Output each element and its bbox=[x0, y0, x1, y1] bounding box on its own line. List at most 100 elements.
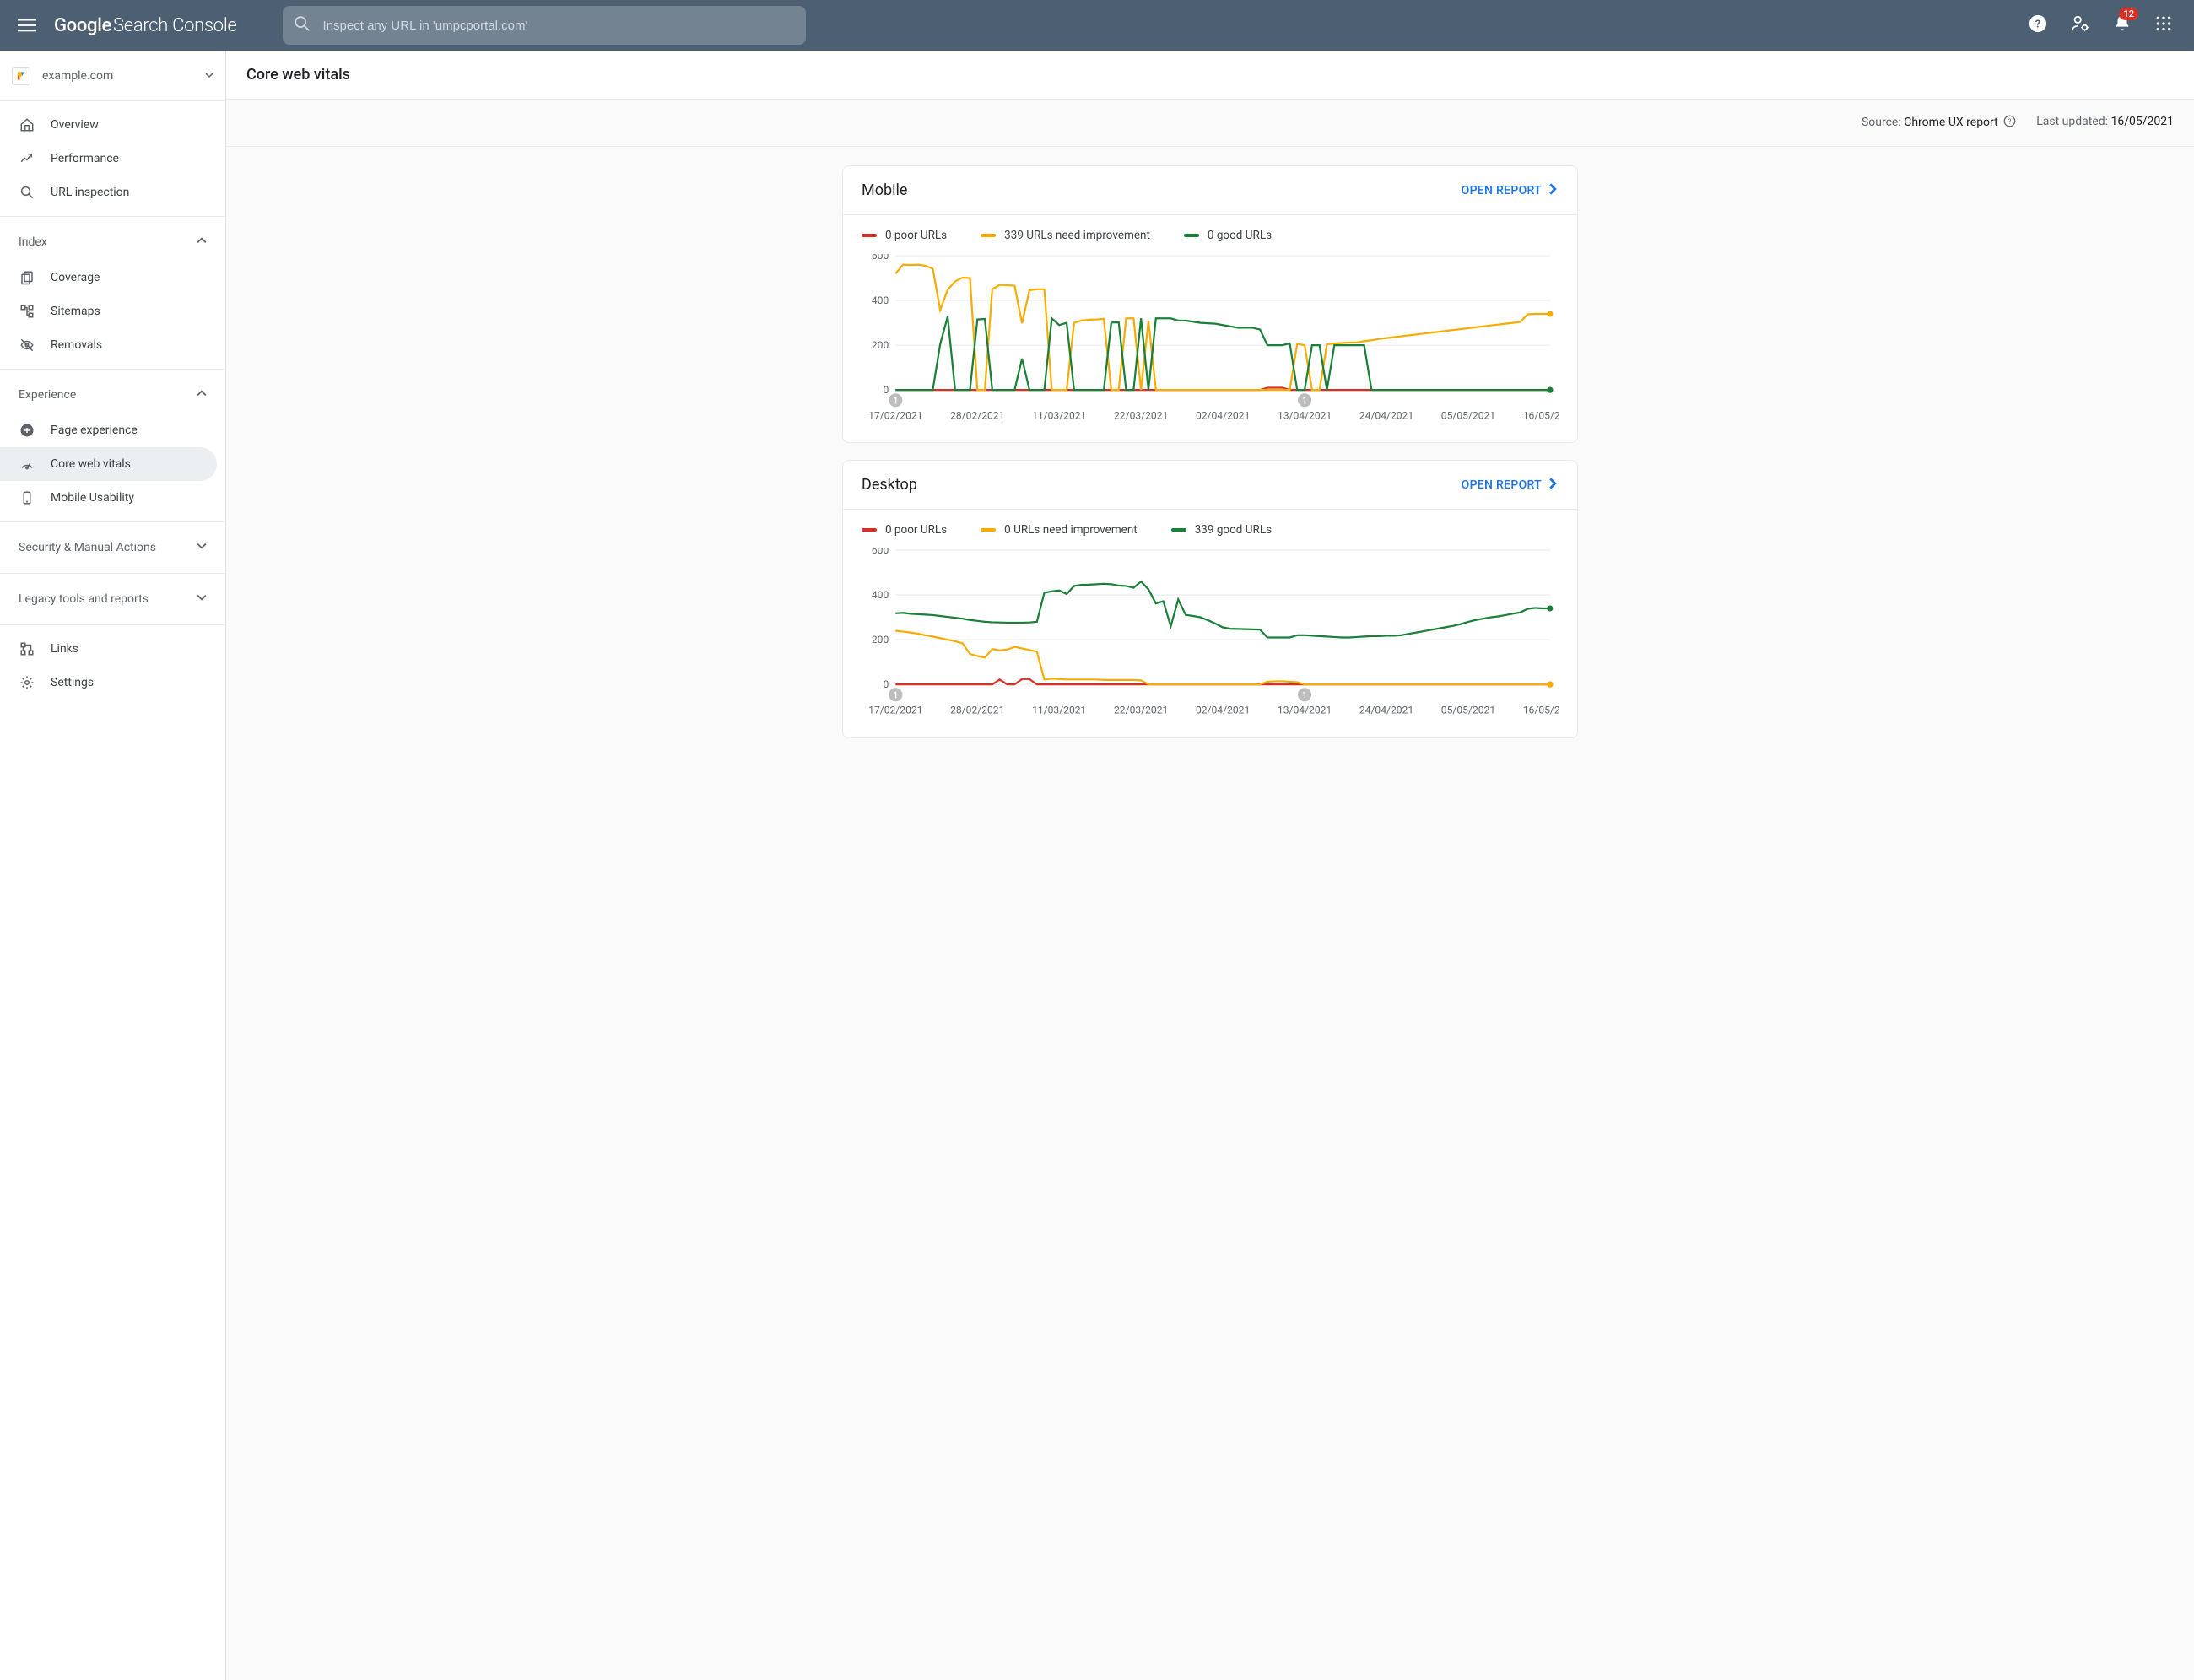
chart-area: 020040060017/02/202128/02/202111/03/2021… bbox=[843, 537, 1577, 737]
legend-label: 0 poor URLs bbox=[885, 523, 947, 537]
section-legacy[interactable]: Legacy tools and reports bbox=[0, 581, 225, 618]
source-block: Source: Chrome UX report ? bbox=[1862, 115, 2016, 131]
nav-item-performance[interactable]: Performance bbox=[0, 142, 225, 176]
nav-item-core-web-vitals[interactable]: Core web vitals bbox=[0, 447, 217, 481]
nav-item-coverage[interactable]: Coverage bbox=[0, 261, 225, 294]
source-value: Chrome UX report bbox=[1904, 116, 1997, 129]
notif-badge: 12 bbox=[2119, 8, 2138, 20]
legend-item: 339 URLs need improvement bbox=[981, 229, 1150, 242]
nav-label: Sitemaps bbox=[51, 305, 100, 318]
nav-label: Core web vitals bbox=[51, 457, 131, 471]
legend-item: 0 URLs need improvement bbox=[981, 523, 1138, 537]
svg-text:17/02/2021: 17/02/2021 bbox=[868, 705, 922, 716]
nav-label: Coverage bbox=[51, 271, 100, 284]
info-icon[interactable]: ? bbox=[2003, 115, 2016, 131]
svg-text:400: 400 bbox=[872, 590, 889, 602]
svg-text:400: 400 bbox=[872, 294, 889, 306]
nav-label: Links bbox=[51, 642, 78, 656]
url-inspect-input[interactable] bbox=[323, 6, 796, 45]
legend-swatch bbox=[1184, 234, 1199, 237]
nav-item-mobile-usability[interactable]: Mobile Usability bbox=[0, 481, 225, 515]
updated-label: Last updated: bbox=[2036, 115, 2108, 128]
apps-icon[interactable] bbox=[2155, 15, 2172, 35]
card-desktop: Desktop OPEN REPORT 0 poor URLs 0 URLs n… bbox=[842, 460, 1578, 737]
svg-text:05/05/2021: 05/05/2021 bbox=[1441, 409, 1495, 421]
card-title: Desktop bbox=[862, 476, 917, 494]
app-logo: Google Search Console bbox=[47, 15, 244, 36]
svg-text:28/02/2021: 28/02/2021 bbox=[950, 409, 1004, 421]
svg-text:?: ? bbox=[2008, 117, 2012, 126]
section-index[interactable]: Index bbox=[0, 224, 225, 261]
svg-text:17/02/2021: 17/02/2021 bbox=[868, 409, 922, 421]
legend-label: 0 good URLs bbox=[1208, 229, 1272, 242]
nav-item-removals[interactable]: Removals bbox=[0, 328, 225, 362]
legend-label: 339 good URLs bbox=[1195, 523, 1272, 537]
svg-text:1: 1 bbox=[893, 395, 898, 406]
chevron-down-icon bbox=[197, 592, 207, 606]
svg-text:11/03/2021: 11/03/2021 bbox=[1032, 705, 1086, 716]
svg-text:16/05/2021: 16/05/2021 bbox=[1523, 409, 1559, 421]
svg-text:02/04/2021: 02/04/2021 bbox=[1196, 705, 1250, 716]
nav-item-page-experience[interactable]: Page experience bbox=[0, 413, 225, 447]
nav-item-url-inspection[interactable]: URL inspection bbox=[0, 176, 225, 209]
svg-text:11/03/2021: 11/03/2021 bbox=[1032, 409, 1086, 421]
card-header: Mobile OPEN REPORT bbox=[843, 166, 1577, 214]
links-icon bbox=[19, 640, 35, 657]
notifications-icon[interactable]: 12 bbox=[2113, 14, 2132, 36]
legend-swatch bbox=[981, 234, 996, 237]
home-icon bbox=[19, 116, 35, 133]
legend-swatch bbox=[862, 528, 877, 532]
property-name: example.com bbox=[42, 69, 193, 83]
svg-text:02/04/2021: 02/04/2021 bbox=[1196, 409, 1250, 421]
help-icon[interactable]: ? bbox=[2029, 14, 2047, 36]
svg-text:24/04/2021: 24/04/2021 bbox=[1359, 705, 1413, 716]
copy-icon bbox=[19, 269, 35, 286]
chart-area: 0 200 400 600 17/02/2021 28/02/2021 11/03/2021… bbox=[843, 242, 1577, 442]
svg-text:1: 1 bbox=[1302, 690, 1307, 701]
app-header: Google Search Console ? 12 bbox=[0, 0, 2194, 51]
logo-searchconsole: Search Console bbox=[113, 15, 237, 36]
svg-text:600: 600 bbox=[872, 254, 889, 262]
section-experience[interactable]: Experience bbox=[0, 376, 225, 413]
nav-item-settings[interactable]: Settings bbox=[0, 666, 225, 700]
open-report-label: OPEN REPORT bbox=[1462, 184, 1542, 197]
nav-label: Performance bbox=[51, 152, 119, 165]
updated-value: 16/05/2021 bbox=[2111, 115, 2175, 128]
updated-block: Last updated: 16/05/2021 bbox=[2036, 115, 2174, 131]
plus-circle-icon bbox=[19, 422, 35, 439]
svg-text:13/04/2021: 13/04/2021 bbox=[1278, 705, 1332, 716]
nav-label: Page experience bbox=[51, 424, 138, 437]
logo-google: Google bbox=[54, 15, 111, 36]
card-mobile: Mobile OPEN REPORT 0 poor URLs 339 URLs … bbox=[842, 165, 1578, 443]
nav-item-links[interactable]: Links bbox=[0, 632, 225, 666]
open-report-button[interactable]: OPEN REPORT bbox=[1462, 478, 1559, 493]
source-label: Source: bbox=[1862, 116, 1901, 129]
legend-label: 0 poor URLs bbox=[885, 229, 947, 242]
account-icon[interactable] bbox=[2071, 14, 2089, 36]
legend-row: 0 poor URLs 339 URLs need improvement 0 … bbox=[843, 214, 1577, 242]
nav-label: URL inspection bbox=[51, 186, 129, 199]
svg-text:200: 200 bbox=[872, 339, 889, 351]
search-icon bbox=[19, 184, 35, 201]
gear-icon bbox=[19, 674, 35, 691]
url-inspect-search[interactable] bbox=[283, 6, 806, 45]
nav-item-sitemaps[interactable]: Sitemaps bbox=[0, 294, 225, 328]
legend-label: 0 URLs need improvement bbox=[1004, 523, 1138, 537]
search-icon bbox=[293, 14, 311, 36]
open-report-label: OPEN REPORT bbox=[1462, 478, 1542, 492]
nav-label: Mobile Usability bbox=[51, 491, 134, 505]
gauge-icon bbox=[19, 456, 35, 473]
svg-text:22/03/2021: 22/03/2021 bbox=[1114, 705, 1168, 716]
svg-text:0: 0 bbox=[883, 384, 889, 396]
menu-icon[interactable] bbox=[7, 5, 47, 46]
nav-label: Overview bbox=[51, 118, 99, 132]
open-report-button[interactable]: OPEN REPORT bbox=[1462, 183, 1559, 198]
property-picker[interactable]: example.com bbox=[0, 51, 225, 101]
nav-item-overview[interactable]: Overview bbox=[0, 108, 225, 142]
legend-swatch bbox=[981, 528, 996, 532]
section-security[interactable]: Security & Manual Actions bbox=[0, 529, 225, 566]
page-title-bar: Core web vitals bbox=[226, 51, 2194, 100]
legend-item: 0 good URLs bbox=[1184, 229, 1272, 242]
header-actions: ? 12 bbox=[2029, 14, 2187, 36]
svg-text:0: 0 bbox=[883, 679, 889, 691]
